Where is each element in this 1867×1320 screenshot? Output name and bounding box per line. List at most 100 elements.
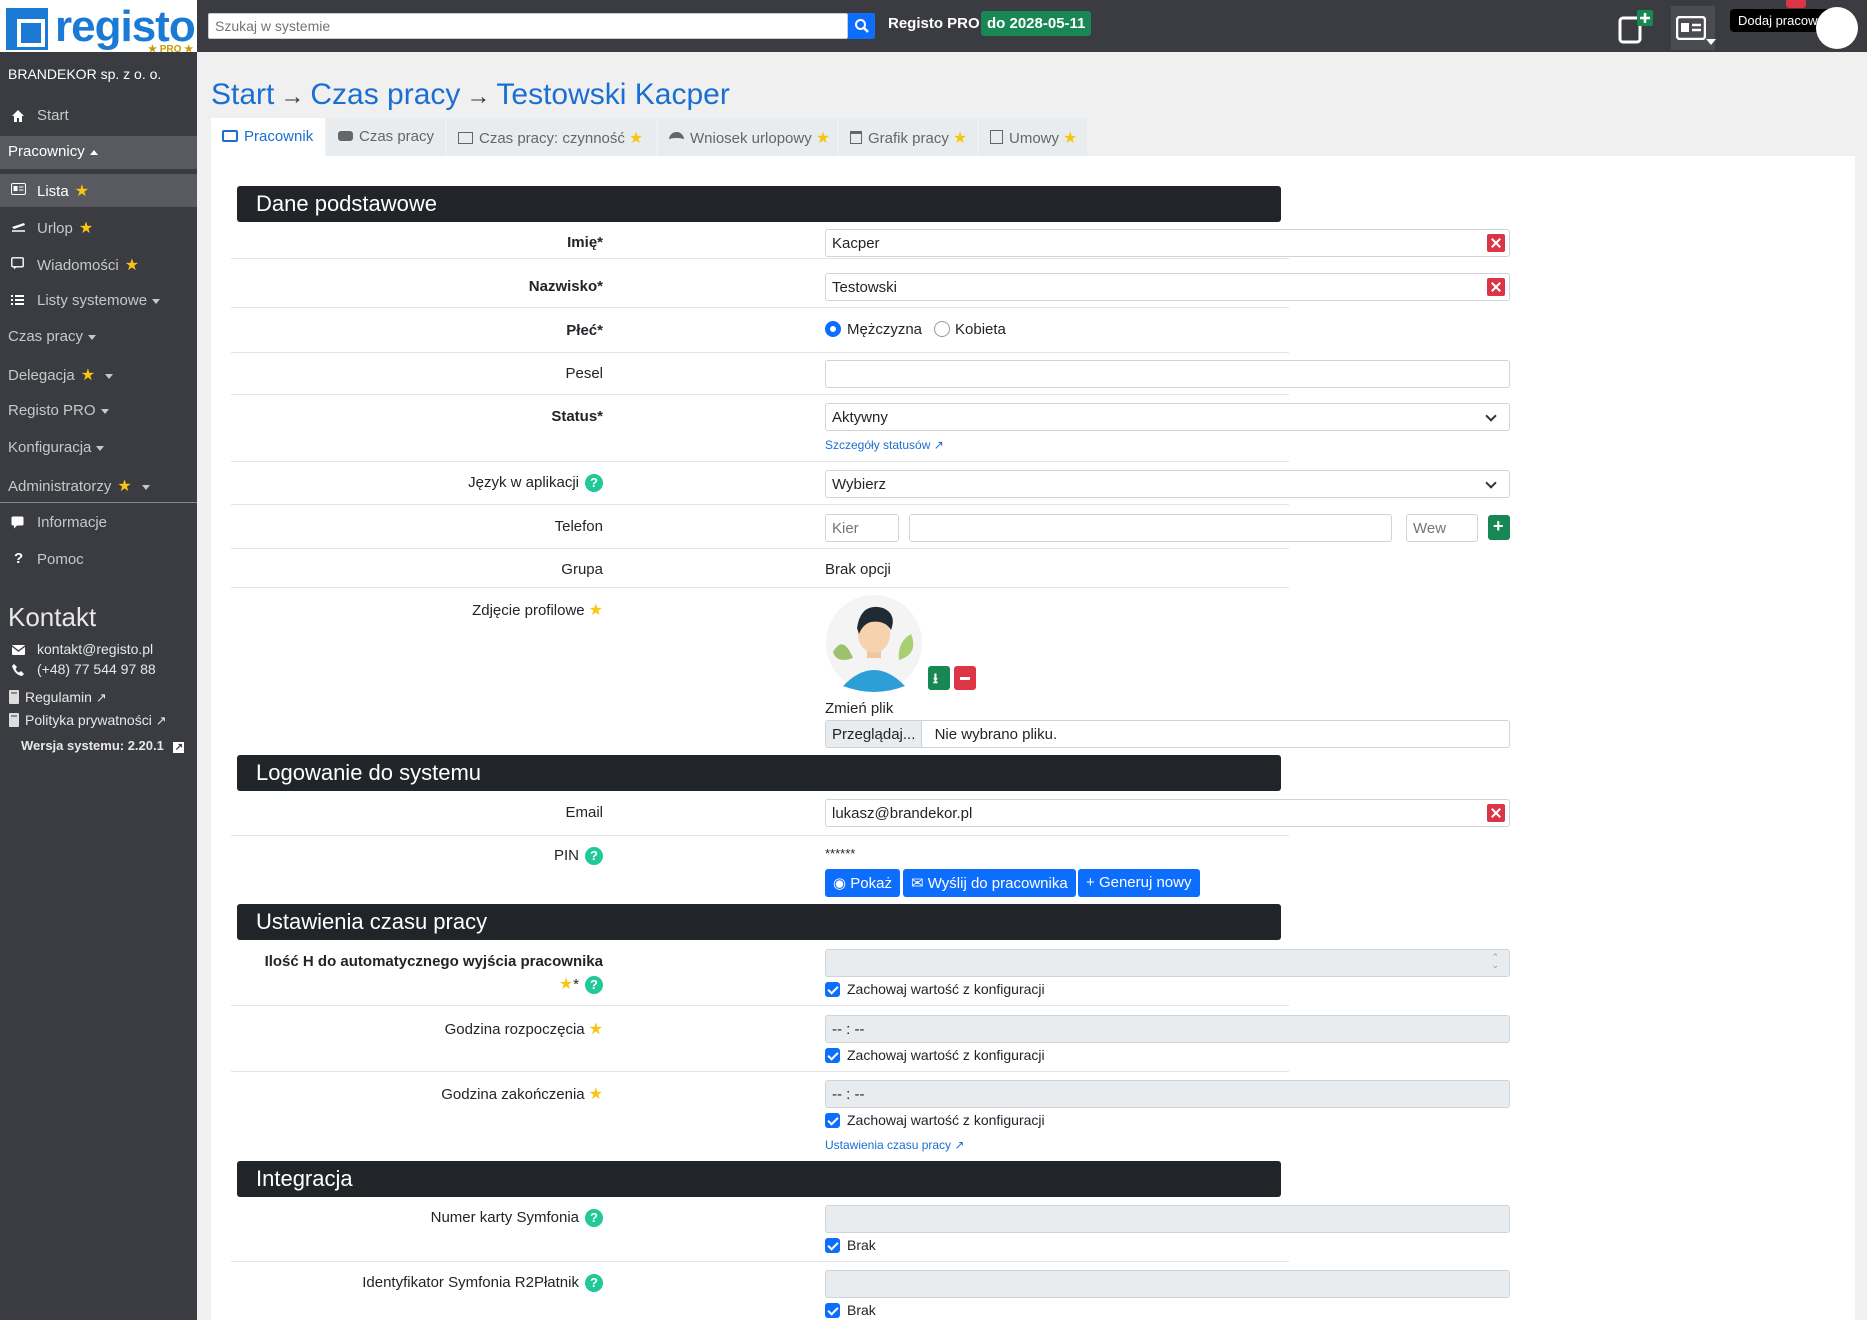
help-icon[interactable]: ? — [585, 847, 603, 866]
user-avatar[interactable] — [1816, 7, 1858, 49]
first-name-input[interactable]: Kacper — [825, 229, 1510, 257]
envelope-icon: ✉ — [911, 875, 924, 892]
regulamin-link[interactable]: Regulamin ↗ — [25, 689, 107, 706]
tab-label: Wniosek urlopowy — [690, 130, 812, 147]
breadcrumb-czas-pracy[interactable]: Czas pracy — [310, 78, 460, 111]
add-employee-button[interactable] — [1671, 6, 1716, 50]
email-input[interactable]: lukasz@brandekor.pl — [825, 799, 1510, 827]
clear-button[interactable] — [1487, 804, 1505, 822]
show-pin-button[interactable]: ◉ Pokaż — [825, 869, 900, 897]
sidebar-item-informacje[interactable]: Informacje — [0, 507, 197, 540]
plan-label: Registo PRO — [888, 15, 980, 32]
group-value: Brak opcji — [825, 561, 891, 578]
browse-button[interactable]: Przeglądaj... — [826, 721, 923, 747]
external-link-icon: ↗ — [155, 713, 167, 728]
row-last-name: Nazwisko* Testowski — [231, 259, 1510, 308]
status-details-label: Szczegóły statusów — [825, 438, 931, 452]
tab-pracownik[interactable]: Pracownik — [211, 118, 325, 156]
auto-exit-input[interactable]: ⌃ ⌄ — [825, 949, 1510, 977]
sidebar-item-listy-systemowe[interactable]: Listy systemowe — [0, 285, 197, 318]
contact-phone[interactable]: (+48) 77 544 97 88 — [37, 661, 156, 677]
tab-czas-pracy[interactable]: Czas pracy — [327, 118, 445, 156]
search-input[interactable] — [208, 13, 848, 39]
photo-label-text: Zdjęcie profilowe — [472, 602, 585, 619]
row-photo: Zdjęcie profilowe ★ ⭳ Zmień plik Przegląd… — [231, 588, 1510, 755]
help-icon[interactable]: ? — [585, 1274, 603, 1293]
email-label: Email — [565, 804, 603, 821]
symfonia-id-none-checkbox[interactable] — [825, 1303, 840, 1318]
sidebar-item-delegacja[interactable]: Delegacja ★ — [0, 358, 197, 391]
last-name-input[interactable]: Testowski — [825, 273, 1510, 301]
remove-photo-button[interactable] — [954, 666, 976, 690]
sidebar-item-lista[interactable]: Lista ★ — [0, 174, 197, 207]
symfonia-card-label: Numer karty Symfonia? — [431, 1209, 603, 1228]
sidebar: BRANDEKOR sp. z o. o. Start Pracownicy L… — [0, 52, 197, 1320]
breadcrumb-start[interactable]: Start — [211, 78, 274, 111]
language-select[interactable]: Wybierz — [825, 470, 1510, 498]
end-time-keep-checkbox[interactable] — [825, 1113, 840, 1128]
symfonia-card-input[interactable] — [825, 1205, 1510, 1233]
radio-female[interactable] — [934, 321, 950, 337]
clear-button[interactable] — [1487, 278, 1505, 296]
sidebar-item-start[interactable]: Start — [0, 100, 197, 133]
logo[interactable]: registo ★ PRO ★ — [0, 0, 197, 55]
search-button[interactable] — [848, 13, 875, 39]
sidebar-item-urlop[interactable]: Urlop ★ — [0, 211, 197, 244]
help-icon[interactable]: ? — [585, 976, 603, 995]
sidebar-item-konfiguracja[interactable]: Konfiguracja — [0, 432, 197, 465]
system-version[interactable]: Wersja systemu: 2.20.1 ↗ — [21, 738, 185, 753]
pesel-input[interactable] — [825, 360, 1510, 388]
sidebar-item-pomoc[interactable]: ? Pomoc — [0, 544, 197, 577]
send-pin-button[interactable]: ✉ Wyślij do pracownika — [903, 869, 1076, 897]
add-phone-button[interactable]: + — [1488, 515, 1510, 540]
sidebar-item-registo-pro[interactable]: Registo PRO — [0, 395, 197, 428]
no-file-text: Nie wybrano pliku. — [934, 726, 1058, 743]
star-icon: ★ — [80, 367, 96, 384]
privacy-link[interactable]: Polityka prywatności ↗ — [25, 712, 167, 729]
radio-male[interactable] — [825, 321, 841, 337]
worktime-settings-link[interactable]: Ustawienia czasu pracy ↗ — [825, 1138, 964, 1152]
sidebar-item-administratorzy[interactable]: Administratorzy ★ — [0, 469, 197, 502]
contact-email[interactable]: kontakt@registo.pl — [37, 641, 153, 657]
photo-label: Zdjęcie profilowe ★ — [472, 600, 603, 620]
sidebar-item-label: Urlop — [37, 220, 73, 237]
phone-area-input[interactable] — [825, 514, 899, 542]
star-icon: ★ — [78, 220, 94, 237]
row-start-time: Godzina rozpoczęcia ★ -- : -- Zachowaj wa… — [231, 1006, 1510, 1072]
symfonia-card-none-checkbox[interactable] — [825, 1238, 840, 1253]
chevron-down-icon — [1485, 477, 1497, 489]
tab-umowy[interactable]: Umowy ★ — [979, 118, 1087, 156]
tab-wniosek-urlopowy[interactable]: Wniosek urlopowy ★ — [658, 118, 837, 156]
tab-czas-pracy-czynnosc[interactable]: Czas pracy: czynność ★ — [447, 118, 656, 156]
help-icon[interactable]: ? — [585, 1209, 603, 1228]
tab-label: Umowy — [1009, 130, 1060, 147]
generate-pin-button[interactable]: + Generuj nowy — [1078, 869, 1200, 897]
star-icon: ★ — [124, 257, 140, 274]
sidebar-item-pracownicy[interactable]: Pracownicy — [0, 136, 197, 169]
file-input[interactable]: Przeglądaj... Nie wybrano pliku. — [825, 720, 1510, 748]
auto-exit-keep-checkbox[interactable] — [825, 982, 840, 997]
message-icon — [11, 257, 24, 270]
start-time-keep-checkbox[interactable] — [825, 1048, 840, 1063]
email-value: lukasz@brandekor.pl — [832, 805, 973, 822]
add-device-icon[interactable] — [1617, 10, 1653, 46]
question-icon: ? — [14, 550, 24, 567]
sidebar-item-czas-pracy[interactable]: Czas pracy — [0, 321, 197, 354]
arrow-right-icon: → — [466, 83, 491, 110]
phone-number-input[interactable] — [909, 514, 1392, 542]
breadcrumb-employee[interactable]: Testowski Kacper — [496, 78, 729, 111]
phone-ext-input[interactable] — [1406, 514, 1478, 542]
status-details-link[interactable]: Szczegóły statusów ↗ — [825, 438, 944, 452]
end-time-input[interactable]: -- : -- — [825, 1080, 1510, 1108]
spinner-icon: ⌃ ⌄ — [1491, 952, 1499, 970]
symfonia-id-input[interactable] — [825, 1270, 1510, 1298]
start-time-input[interactable]: -- : -- — [825, 1015, 1510, 1043]
sidebar-item-wiadomosci[interactable]: Wiadomości ★ — [0, 248, 197, 281]
tab-grafik-pracy[interactable]: Grafik pracy ★ — [839, 118, 977, 156]
status-select[interactable]: Aktywny — [825, 403, 1510, 431]
group-label: Grupa — [561, 561, 603, 578]
clear-button[interactable] — [1487, 234, 1505, 252]
download-photo-button[interactable]: ⭳ — [928, 666, 950, 690]
help-icon[interactable]: ? — [585, 474, 603, 493]
star-icon: ★ — [588, 602, 603, 619]
